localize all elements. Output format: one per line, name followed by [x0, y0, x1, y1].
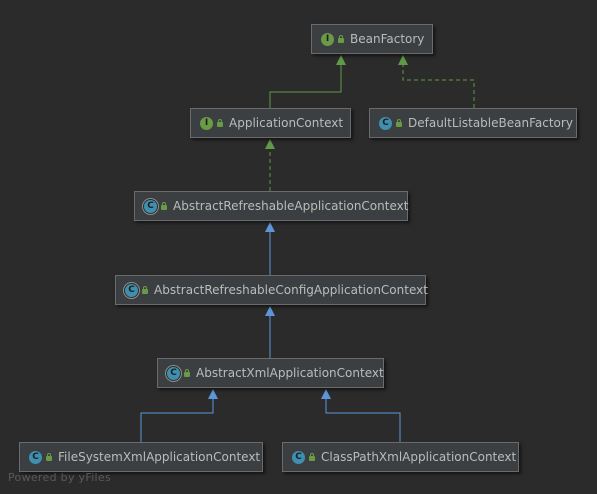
class-icon: C [379, 116, 392, 130]
public-lock-icon [216, 119, 224, 127]
public-lock-icon [183, 369, 191, 377]
abstract-class-icon: C [125, 283, 138, 297]
class-icon: C [292, 450, 305, 464]
public-lock-icon [160, 202, 168, 210]
class-node-label: AbstractRefreshableApplicationContext [173, 199, 409, 213]
class-node-arcac[interactable]: C AbstractRefreshableConfigApplicationCon… [115, 275, 428, 305]
class-node-label: ClassPathXmlApplicationContext [321, 450, 517, 464]
public-lock-icon [308, 453, 316, 461]
interface-icon: I [200, 116, 213, 130]
public-lock-icon [141, 286, 149, 294]
class-node-arac[interactable]: C AbstractRefreshableApplicationContext [134, 191, 408, 221]
class-node-bf[interactable]: I BeanFactory [311, 24, 433, 54]
abstract-class-icon: C [167, 366, 180, 380]
inheritance-arrowhead [398, 55, 408, 65]
class-node-label: FileSystemXmlApplicationContext [58, 450, 261, 464]
public-lock-icon [395, 119, 403, 127]
class-node-label: AbstractXmlApplicationContext [196, 366, 384, 380]
edge-arcac-to-arac [265, 222, 275, 275]
class-node-cpxac[interactable]: C ClassPathXmlApplicationContext [282, 442, 519, 472]
class-icon: C [29, 450, 42, 464]
uml-class-diagram: I BeanFactory I ApplicationContext C DefaultL… [0, 0, 597, 494]
class-node-label: AbstractRefreshableConfigApplicationCont… [154, 283, 428, 297]
edge-fsxac-to-axac [140, 389, 218, 442]
edge-ac-to-bf [269, 55, 346, 108]
inheritance-arrowhead [265, 139, 275, 149]
powered-by-footer: Powered by yFiles [8, 471, 111, 484]
inheritance-arrowhead [208, 389, 218, 399]
edge-dlbf-to-bf [398, 55, 475, 108]
diagram-edges [140, 55, 475, 442]
class-node-label: DefaultListableBeanFactory [408, 116, 573, 130]
interface-icon: I [321, 32, 334, 46]
edge-axac-to-arcac [265, 306, 275, 358]
class-node-axac[interactable]: C AbstractXmlApplicationContext [157, 358, 384, 388]
edge-cpxac-to-axac [321, 389, 401, 442]
public-lock-icon [337, 35, 345, 43]
class-node-fsxac[interactable]: C FileSystemXmlApplicationContext [19, 442, 263, 472]
class-node-label: ApplicationContext [229, 116, 344, 130]
inheritance-arrowhead [265, 222, 275, 232]
inheritance-arrowhead [321, 389, 331, 399]
class-node-label: BeanFactory [350, 32, 425, 46]
inheritance-arrowhead [265, 306, 275, 316]
inheritance-arrowhead [336, 55, 346, 65]
class-node-ac[interactable]: I ApplicationContext [190, 108, 351, 138]
edge-arac-to-ac [265, 139, 275, 191]
public-lock-icon [45, 453, 53, 461]
class-node-dlbf[interactable]: C DefaultListableBeanFactory [369, 108, 577, 138]
abstract-class-icon: C [144, 199, 157, 213]
